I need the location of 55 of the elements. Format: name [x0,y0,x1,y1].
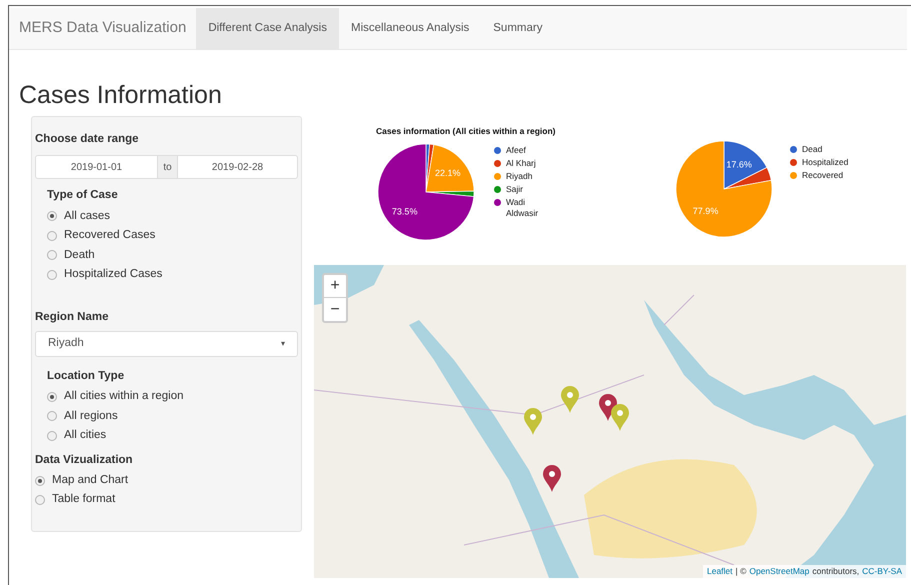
legend-label: Dead [802,144,824,155]
radio-button[interactable] [47,211,57,222]
legend-label: Riyadh [506,170,534,182]
radio-button[interactable] [35,476,45,486]
field-label: Region Name [35,310,110,324]
field-label: Location Type [47,368,126,384]
radio-label: Recovered Cases [64,228,156,244]
map-pin-icon[interactable] [543,465,561,492]
legend-label: Recovered [802,170,844,181]
nav-tab[interactable]: Summary [481,8,554,49]
radio-label: All cases [64,208,110,224]
radio-label: Hospitalized Cases [64,267,162,282]
radio-label: Death [64,248,95,263]
start-date-field[interactable]: 2019-01-01 [35,155,158,180]
attribution-link[interactable]: Leaflet [706,565,733,578]
radio-label: All cities within a region [64,389,184,404]
zoom-in-button[interactable]: + [324,275,346,298]
radio-button[interactable] [47,392,57,402]
field-label: Type of Case [47,188,119,204]
nav-tab[interactable]: Miscellaneous Analysis [339,8,482,49]
radio-label: Table format [52,492,116,508]
attribution-link[interactable]: OpenStreetMap [749,565,810,578]
legend-label: Wadi Aldwasir [506,196,540,219]
radio-button[interactable] [47,430,57,441]
legend-label: Afeef [506,144,527,156]
legend-label: Al Kharj [506,158,537,169]
field-label: Data Vizualization [35,452,134,468]
radio-button[interactable] [47,230,57,241]
zoom-out-button[interactable]: − [324,298,346,321]
legend-label: Sajir [506,184,524,195]
end-date-field[interactable]: 2019-02-28 [177,155,298,180]
page-title: Cases Information [19,80,223,110]
brand-title[interactable]: MERS Data Visualization [9,8,196,49]
legend-label: Hospitalized [802,157,850,168]
radio-label: All regions [64,408,118,424]
radio-button[interactable] [47,270,57,280]
slice-label: 77.9% [692,206,718,216]
map-panel[interactable]: + − Leaflet | © OpenStreetMap contributors, CC-BY-SA [314,265,906,578]
radio-label: All cities [64,428,106,444]
radio-button[interactable] [35,495,45,505]
field-label: Choose date range [35,132,140,147]
region-select[interactable]: Riyadh ▾ [35,330,298,357]
attribution-text: | © [736,565,746,578]
slice-label: 17.6% [726,160,752,170]
radio-label: Map and Chart [52,472,128,488]
attribution-text: contributors, [812,565,860,578]
radio-button[interactable] [47,250,57,260]
slice-label: 22.1% [435,168,461,178]
nav-tab[interactable]: Different Case Analysis [196,8,339,49]
radio-button[interactable] [47,411,57,422]
map-pin-icon[interactable] [611,404,629,431]
attribution-link[interactable]: CC-BY-SA [862,565,902,578]
date-separator: to [158,155,177,180]
chart-title: Cases information (All cities within a region) [376,125,556,138]
slice-label: 73.5% [392,206,418,216]
